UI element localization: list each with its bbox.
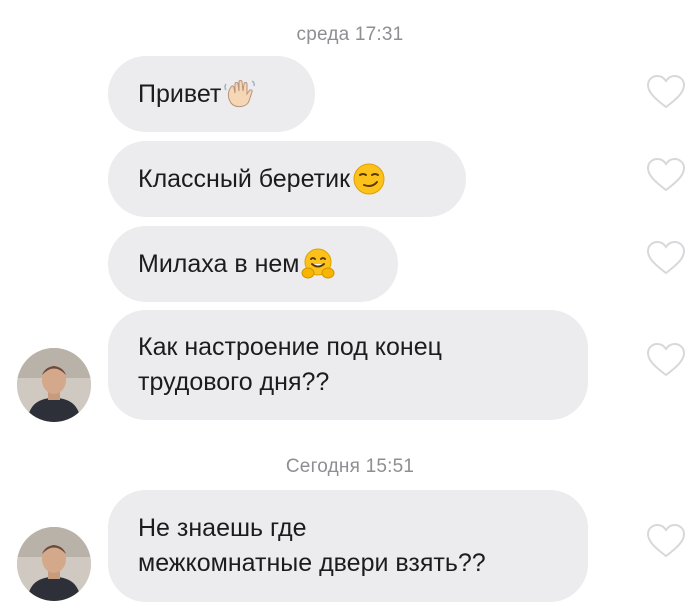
sender-avatar[interactable] [17,348,91,422]
avatar-photo [17,348,91,422]
like-heart-icon[interactable] [646,523,686,559]
message-bubble[interactable]: Классный беретик [108,141,466,217]
message-text: Классный беретик [138,164,351,193]
like-heart-icon[interactable] [646,240,686,276]
like-heart-icon[interactable] [646,74,686,110]
message-bubble[interactable]: Не знаешь где межкомнатные двери взять?? [108,490,588,602]
message-bubble[interactable]: Милаха в нем [108,226,398,302]
like-heart-icon[interactable] [646,342,686,378]
smirking-face-icon [353,163,385,195]
waving-hand-icon [224,80,256,108]
like-heart-icon[interactable] [646,157,686,193]
sender-avatar[interactable] [17,527,91,601]
message-text: Привет [138,79,222,108]
hugging-face-icon [301,248,335,279]
message-text: Милаха в нем [138,249,300,278]
avatar-photo [17,527,91,601]
message-bubble[interactable]: Привет [108,56,315,132]
message-text: Как настроение под конец трудового дня?? [138,333,442,396]
message-bubble[interactable]: Как настроение под конец трудового дня?? [108,310,588,420]
message-text: Не знаешь где межкомнатные двери взять?? [138,514,486,577]
date-separator-today: Сегодня 15:51 [285,456,415,477]
date-separator-wednesday: среда 17:31 [296,24,404,45]
